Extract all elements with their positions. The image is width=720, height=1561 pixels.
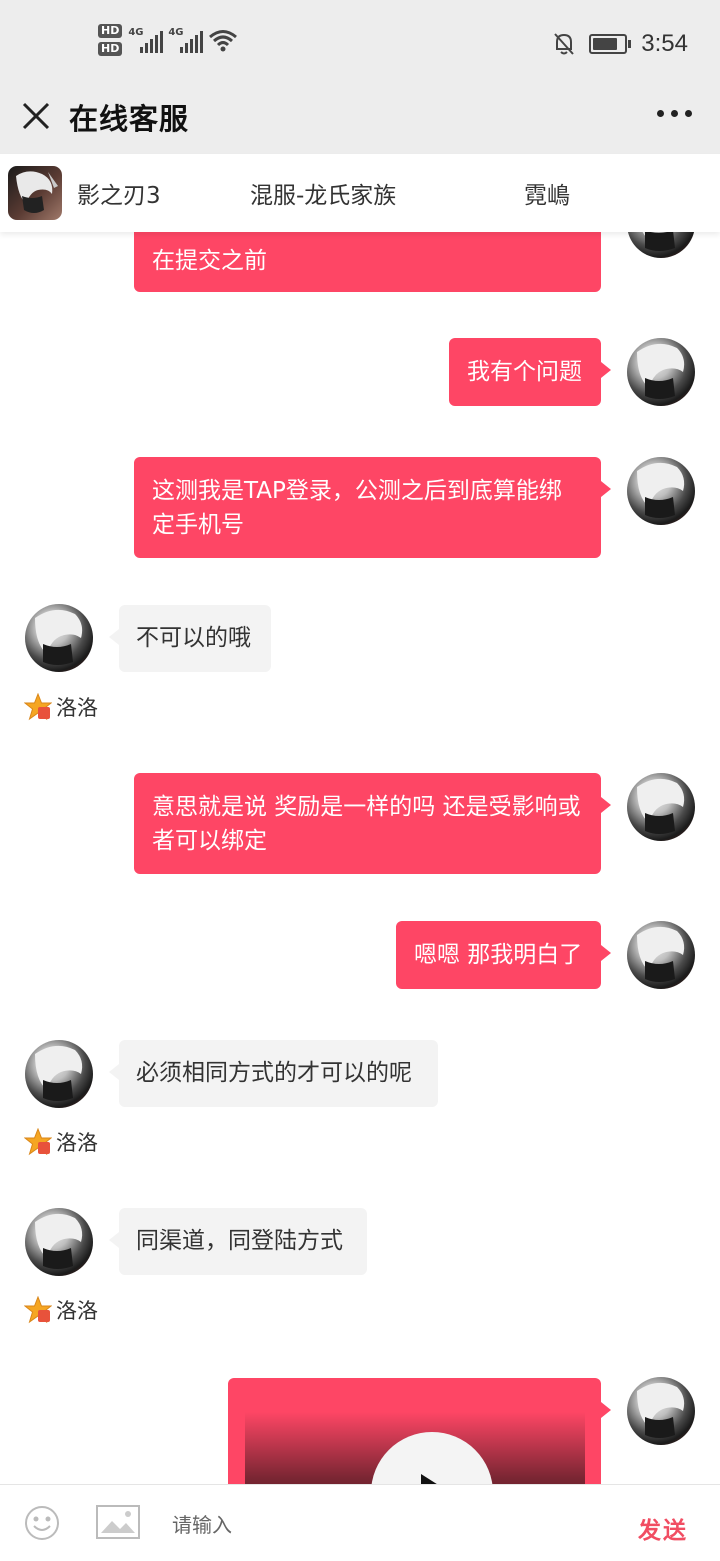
- bubble-tail: [601, 1402, 611, 1418]
- avatar: [627, 232, 695, 258]
- chat-bubble-incoming: 必须相同方式的才可以的呢: [109, 1040, 438, 1107]
- message-text: 我有个问题: [467, 359, 582, 385]
- message-text: 同渠道，同登陆方式: [136, 1228, 343, 1254]
- agent-avatar: [25, 1208, 93, 1276]
- battery-icon: [589, 34, 632, 54]
- agent-label: 洛洛: [24, 1295, 98, 1325]
- message-text: 嗯嗯 那我明白了: [414, 942, 583, 968]
- play-button[interactable]: [371, 1432, 493, 1484]
- agent-name: 洛洛: [56, 1131, 98, 1155]
- input-bar: 发送: [0, 1484, 720, 1561]
- hd-badge: HD: [98, 42, 123, 56]
- wifi-icon: [209, 30, 238, 52]
- agent-star-badge-icon: [24, 1128, 52, 1156]
- image-icon[interactable]: [96, 1505, 140, 1539]
- chat-bubble-outgoing: 意思就是说 奖励是一样的吗 还是受影响或者可以绑定: [134, 773, 611, 874]
- chat-bubble-outgoing: 这测我是TAP登录，公测之后到底算能绑定手机号: [134, 457, 611, 558]
- video-thumbnail: [245, 1412, 585, 1484]
- chat-bubble-outgoing: 我有个问题: [449, 338, 611, 406]
- avatar: [627, 773, 695, 841]
- message-input[interactable]: [172, 1509, 592, 1541]
- chat-list[interactable]: 在提交之前 我有个问题 这测我是TAP登录，公测之后到底算能绑定手机号 不可以的…: [0, 232, 720, 1484]
- emoji-icon[interactable]: [24, 1505, 60, 1541]
- agent-star-badge-icon: [24, 693, 52, 721]
- agent-star-badge-icon: [24, 1296, 52, 1324]
- message-text: 意思就是说 奖励是一样的吗 还是受影响或者可以绑定: [152, 794, 581, 854]
- signal-icon: 4G: [128, 27, 164, 53]
- agent-name: 洛洛: [56, 696, 98, 720]
- battery-fill: [593, 38, 618, 50]
- agent-label: 洛洛: [24, 692, 98, 722]
- message-text: 必须相同方式的才可以的呢: [136, 1060, 412, 1086]
- agent-label: 洛洛: [24, 1127, 98, 1157]
- message-text: 在提交之前: [152, 248, 267, 274]
- game-icon: [8, 166, 62, 220]
- status-bar: HD HD 4G 4G 3:54: [0, 0, 720, 88]
- game-info-bar: 影之刃3 混服-龙氏家族 霓嶋: [0, 154, 720, 232]
- chat-bubble-outgoing: 嗯嗯 那我明白了: [396, 921, 611, 989]
- title-bar: 在线客服: [0, 88, 720, 154]
- chat-bubble-outgoing: 在提交之前: [134, 232, 601, 292]
- chat-bubble-incoming: 不可以的哦: [109, 605, 271, 672]
- mute-notification-icon: [554, 33, 575, 55]
- game-name: 影之刃3: [77, 183, 161, 209]
- send-button[interactable]: 发送: [638, 1511, 688, 1545]
- chat-bubble-incoming: 同渠道，同登陆方式: [109, 1208, 367, 1275]
- close-icon[interactable]: [18, 98, 54, 134]
- hd-badge: HD: [98, 24, 123, 38]
- agent-avatar: [25, 1040, 93, 1108]
- agent-avatar: [25, 604, 93, 672]
- page-title: 在线客服: [69, 102, 190, 136]
- avatar: [627, 457, 695, 525]
- agent-name: 洛洛: [56, 1299, 98, 1323]
- play-icon: [421, 1474, 437, 1484]
- network-indicators: HD HD 4G 4G: [98, 24, 238, 56]
- clock: 3:54: [641, 30, 688, 57]
- server-name: 混服-龙氏家族: [250, 183, 397, 209]
- video-message[interactable]: [228, 1378, 601, 1484]
- avatar: [627, 338, 695, 406]
- avatar: [627, 921, 695, 989]
- role-name: 霓嶋: [524, 183, 570, 209]
- message-text: 这测我是TAP登录，公测之后到底算能绑定手机号: [152, 478, 562, 538]
- message-text: 不可以的哦: [136, 625, 251, 651]
- more-icon[interactable]: [657, 110, 692, 117]
- signal-icon: 4G: [168, 27, 204, 53]
- avatar: [627, 1377, 695, 1445]
